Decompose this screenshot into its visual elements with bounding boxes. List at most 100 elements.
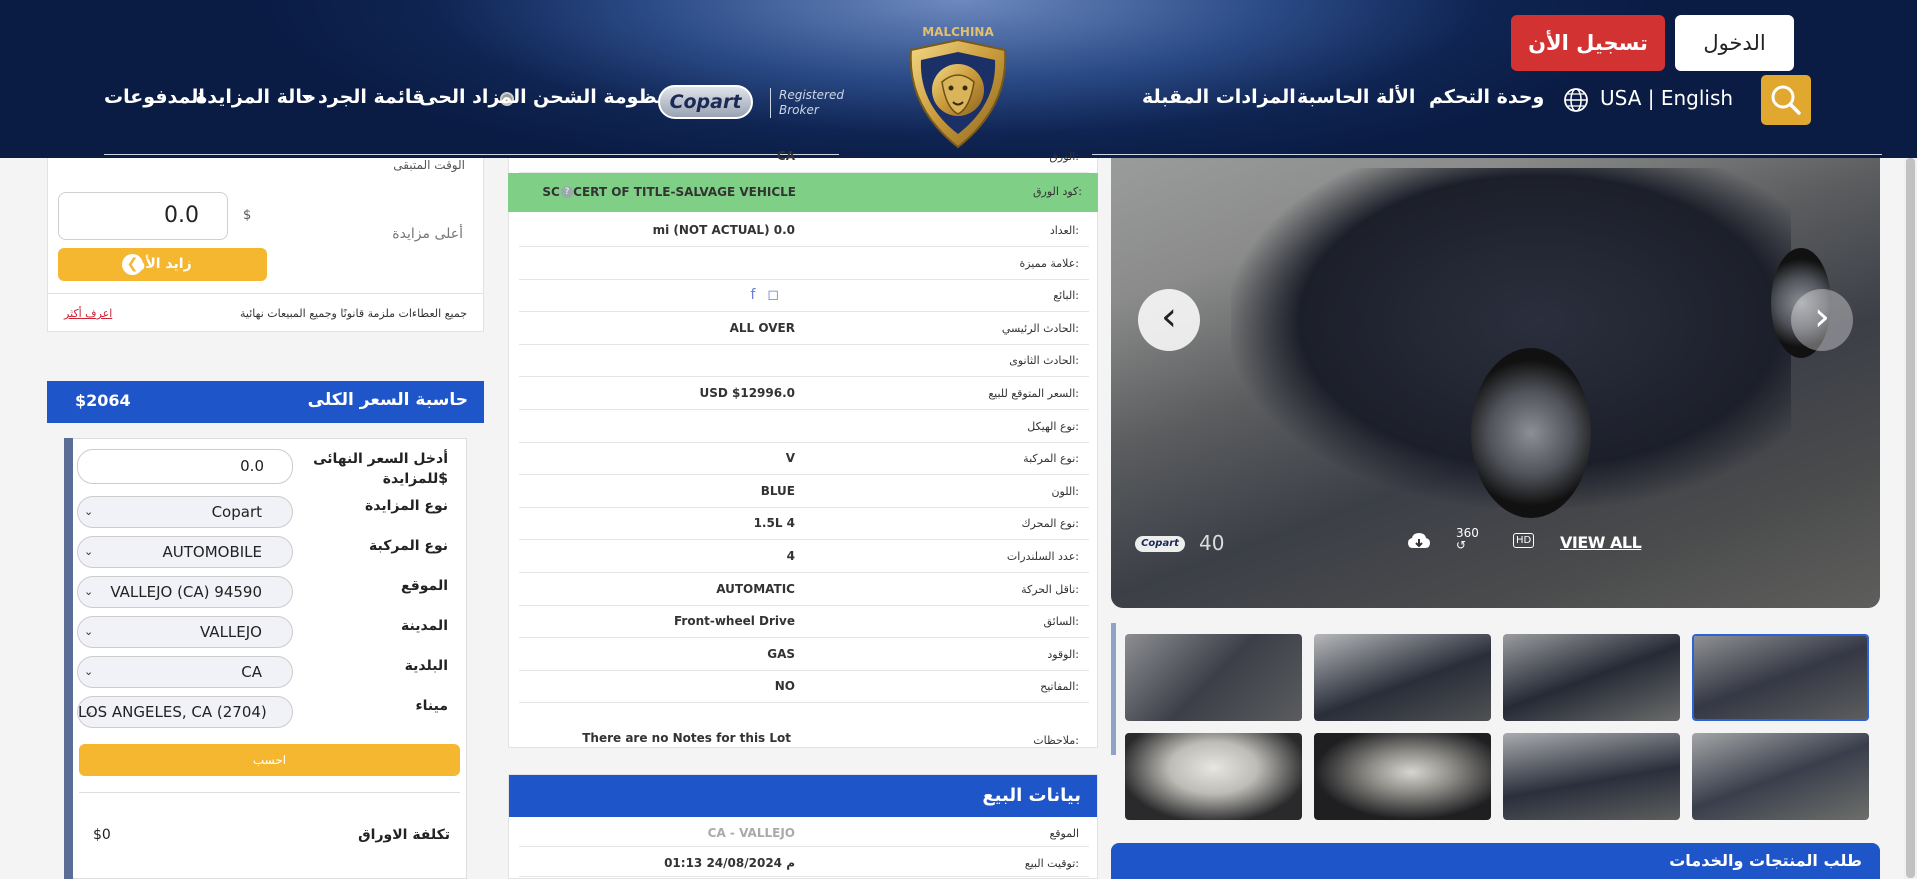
thumbnail[interactable]	[1125, 634, 1302, 721]
globe-icon[interactable]	[1563, 87, 1589, 113]
forty-years-logo: 40	[1199, 531, 1225, 555]
services-header[interactable]: طلب المنتجات والخدمات	[1111, 843, 1880, 879]
remaining-time-label: الوقت المتبقى	[393, 158, 465, 172]
port-value: LOS ANGELES, CA (2704)	[78, 703, 267, 721]
port-select[interactable]: ⌄ LOS ANGELES, CA (2704)	[77, 696, 293, 728]
page-scrollbar-thumb[interactable]	[1906, 158, 1915, 878]
final-price-input[interactable]: 0.0	[77, 449, 293, 484]
broker-line-2: Broker	[779, 103, 819, 117]
location-label: الموقع	[401, 578, 448, 594]
vehicle-type-select[interactable]: ⌄ AUTOMOBILE	[77, 536, 293, 568]
detail-value: V	[785, 451, 795, 466]
city-select[interactable]: ⌄ VALLEJO	[77, 616, 293, 648]
thumbnails-scrollbar[interactable]	[1111, 623, 1116, 755]
port-label: ميناء	[415, 698, 448, 714]
copart-mini-logo: Copart	[1135, 536, 1185, 552]
nav-calculator[interactable]: الألة الحاسبة	[1297, 86, 1415, 108]
thumbnail[interactable]	[1692, 733, 1869, 820]
hd-icon[interactable]: HD	[1513, 533, 1535, 548]
detail-label: عدد السلندرات:	[1006, 550, 1079, 563]
currency-symbol: $	[243, 208, 252, 223]
help-icon[interactable]: ?	[561, 186, 573, 198]
thumbnail[interactable]	[1503, 634, 1680, 721]
detail-value: ALL OVER	[729, 320, 795, 335]
main-vehicle-photo[interactable]: ‹ › Copart 40 360 ↺ HD VIEW ALL	[1111, 158, 1880, 608]
detail-row: العداد: mi (NOT ACTUAL) 0.0	[519, 214, 1089, 247]
auction-type-value: Copart	[211, 503, 262, 521]
sale-time-label: توقيت البيع:	[1024, 857, 1079, 870]
divider	[48, 293, 483, 294]
chevron-down-icon[interactable]	[302, 95, 312, 101]
cloud-download-icon[interactable]	[1407, 531, 1431, 553]
thumbnail-selected[interactable]	[1692, 634, 1869, 721]
detail-row: نوع الهيكل:	[519, 410, 1089, 443]
instagram-icon[interactable]: ◻	[767, 287, 779, 303]
detail-label: الوقود:	[1047, 647, 1079, 661]
thumbnail[interactable]	[1314, 634, 1491, 721]
nav-live-auction[interactable]: المزاد الحى	[419, 86, 527, 108]
detail-row: المفاتيح: NO	[519, 670, 1089, 704]
nav-upcoming-auctions[interactable]: المزادات المقبلة	[1142, 86, 1296, 108]
chevron-down-icon: ⌄	[84, 705, 94, 718]
facebook-icon[interactable]: f	[750, 287, 755, 303]
detail-value: Front-wheel Drive	[673, 614, 795, 629]
divider	[79, 792, 460, 793]
nav-payments[interactable]: المدفوعات	[104, 86, 205, 108]
logo-text: MALCHINA	[922, 25, 994, 39]
chevron-left-icon[interactable]: ‹	[1138, 289, 1200, 351]
detail-value: BLUE	[760, 483, 795, 498]
final-price-label-line1: أدخل السعر النهائى	[313, 451, 448, 467]
location-select[interactable]: ⌄ VALLEJO (CA) 94590	[77, 576, 293, 608]
auction-type-label: نوع المزايدة	[364, 498, 448, 514]
detail-row: السعر المتوقع للبيع: USD $12996.0	[519, 377, 1089, 410]
thumbnail[interactable]	[1314, 733, 1491, 820]
seller-social-links: f ◻	[750, 287, 779, 303]
final-price-label-line2: للمزايدة$	[382, 471, 448, 487]
lion-logo[interactable]: MALCHINA	[897, 12, 1019, 152]
login-button[interactable]: الدخول	[1675, 15, 1794, 71]
search-button[interactable]	[1761, 75, 1811, 125]
title-code-row: كود الورق: SC - CERT OF TITLE-SALVAGE VE…	[508, 173, 1098, 212]
sale-info-title: بيانات البيع	[982, 785, 1081, 806]
language-selector[interactable]: USA | English	[1600, 86, 1733, 110]
state-select[interactable]: ⌄ CA	[77, 656, 293, 688]
detail-label: الحادث الرئيسي:	[1001, 321, 1079, 335]
detail-row: اللون: BLUE	[519, 475, 1089, 508]
auction-type-select[interactable]: ⌄ Copart	[77, 496, 293, 528]
register-button[interactable]: تسجيل الأن	[1511, 15, 1665, 71]
chevron-right-icon[interactable]: ›	[1791, 289, 1853, 351]
nav-dashboard[interactable]: وحدة التحكم	[1429, 86, 1544, 108]
thumbnail[interactable]	[1503, 733, 1680, 820]
thumbnail[interactable]	[1125, 733, 1302, 820]
calculator-title: حاسبة السعر الكلى	[307, 390, 468, 410]
nav-underline-right	[1092, 154, 1882, 155]
sale-location-label: الموقع	[1049, 827, 1079, 840]
detail-label: الحادث الثانوى:	[1009, 354, 1079, 368]
photo-toolbar: Copart 40 360 ↺ HD VIEW ALL	[1111, 523, 1880, 563]
location-value: VALLEJO (CA) 94590	[110, 583, 262, 601]
calculator-scrollbar[interactable]	[64, 438, 73, 879]
page-scrollbar[interactable]	[1904, 158, 1917, 879]
bid-now-button[interactable]: ❮ زايد الأن	[58, 248, 267, 281]
sale-location-value: CA - VALLEJO	[707, 826, 795, 840]
nav-shipping-system[interactable]: منظومة الشحن	[533, 86, 677, 108]
view-all-link[interactable]: VIEW ALL	[1560, 533, 1642, 552]
detail-row: الحادث الرئيسي: ALL OVER	[519, 312, 1089, 345]
state-value: CA	[241, 663, 262, 681]
search-icon	[1771, 85, 1801, 115]
arrow-left-icon: ❮	[122, 254, 143, 275]
calculator-total: $2064	[75, 391, 131, 410]
final-price-label: أدخل السعر النهائى للمزايدة$	[313, 449, 448, 489]
learn-more-link[interactable]: اعرف أكثر	[64, 307, 112, 320]
bid-amount-input[interactable]: 0.0	[58, 192, 228, 240]
nav-auction-status[interactable]: حالة المزايدة	[196, 86, 316, 108]
detail-label: السعر المتوقع للبيع:	[988, 387, 1079, 400]
rotate-360-icon[interactable]: 360 ↺	[1456, 527, 1479, 551]
title-code-label: كود الورق:	[1033, 185, 1082, 198]
chevron-down-icon: ⌄	[84, 665, 94, 678]
registered-broker-label: Registered Broker	[770, 88, 844, 118]
calculate-button[interactable]: احسب	[79, 744, 460, 776]
detail-label: ناقل الحركة:	[1021, 582, 1079, 596]
nav-inventory-list[interactable]: قائمة الجرد	[318, 86, 425, 108]
services-title: طلب المنتجات والخدمات	[1669, 851, 1862, 870]
